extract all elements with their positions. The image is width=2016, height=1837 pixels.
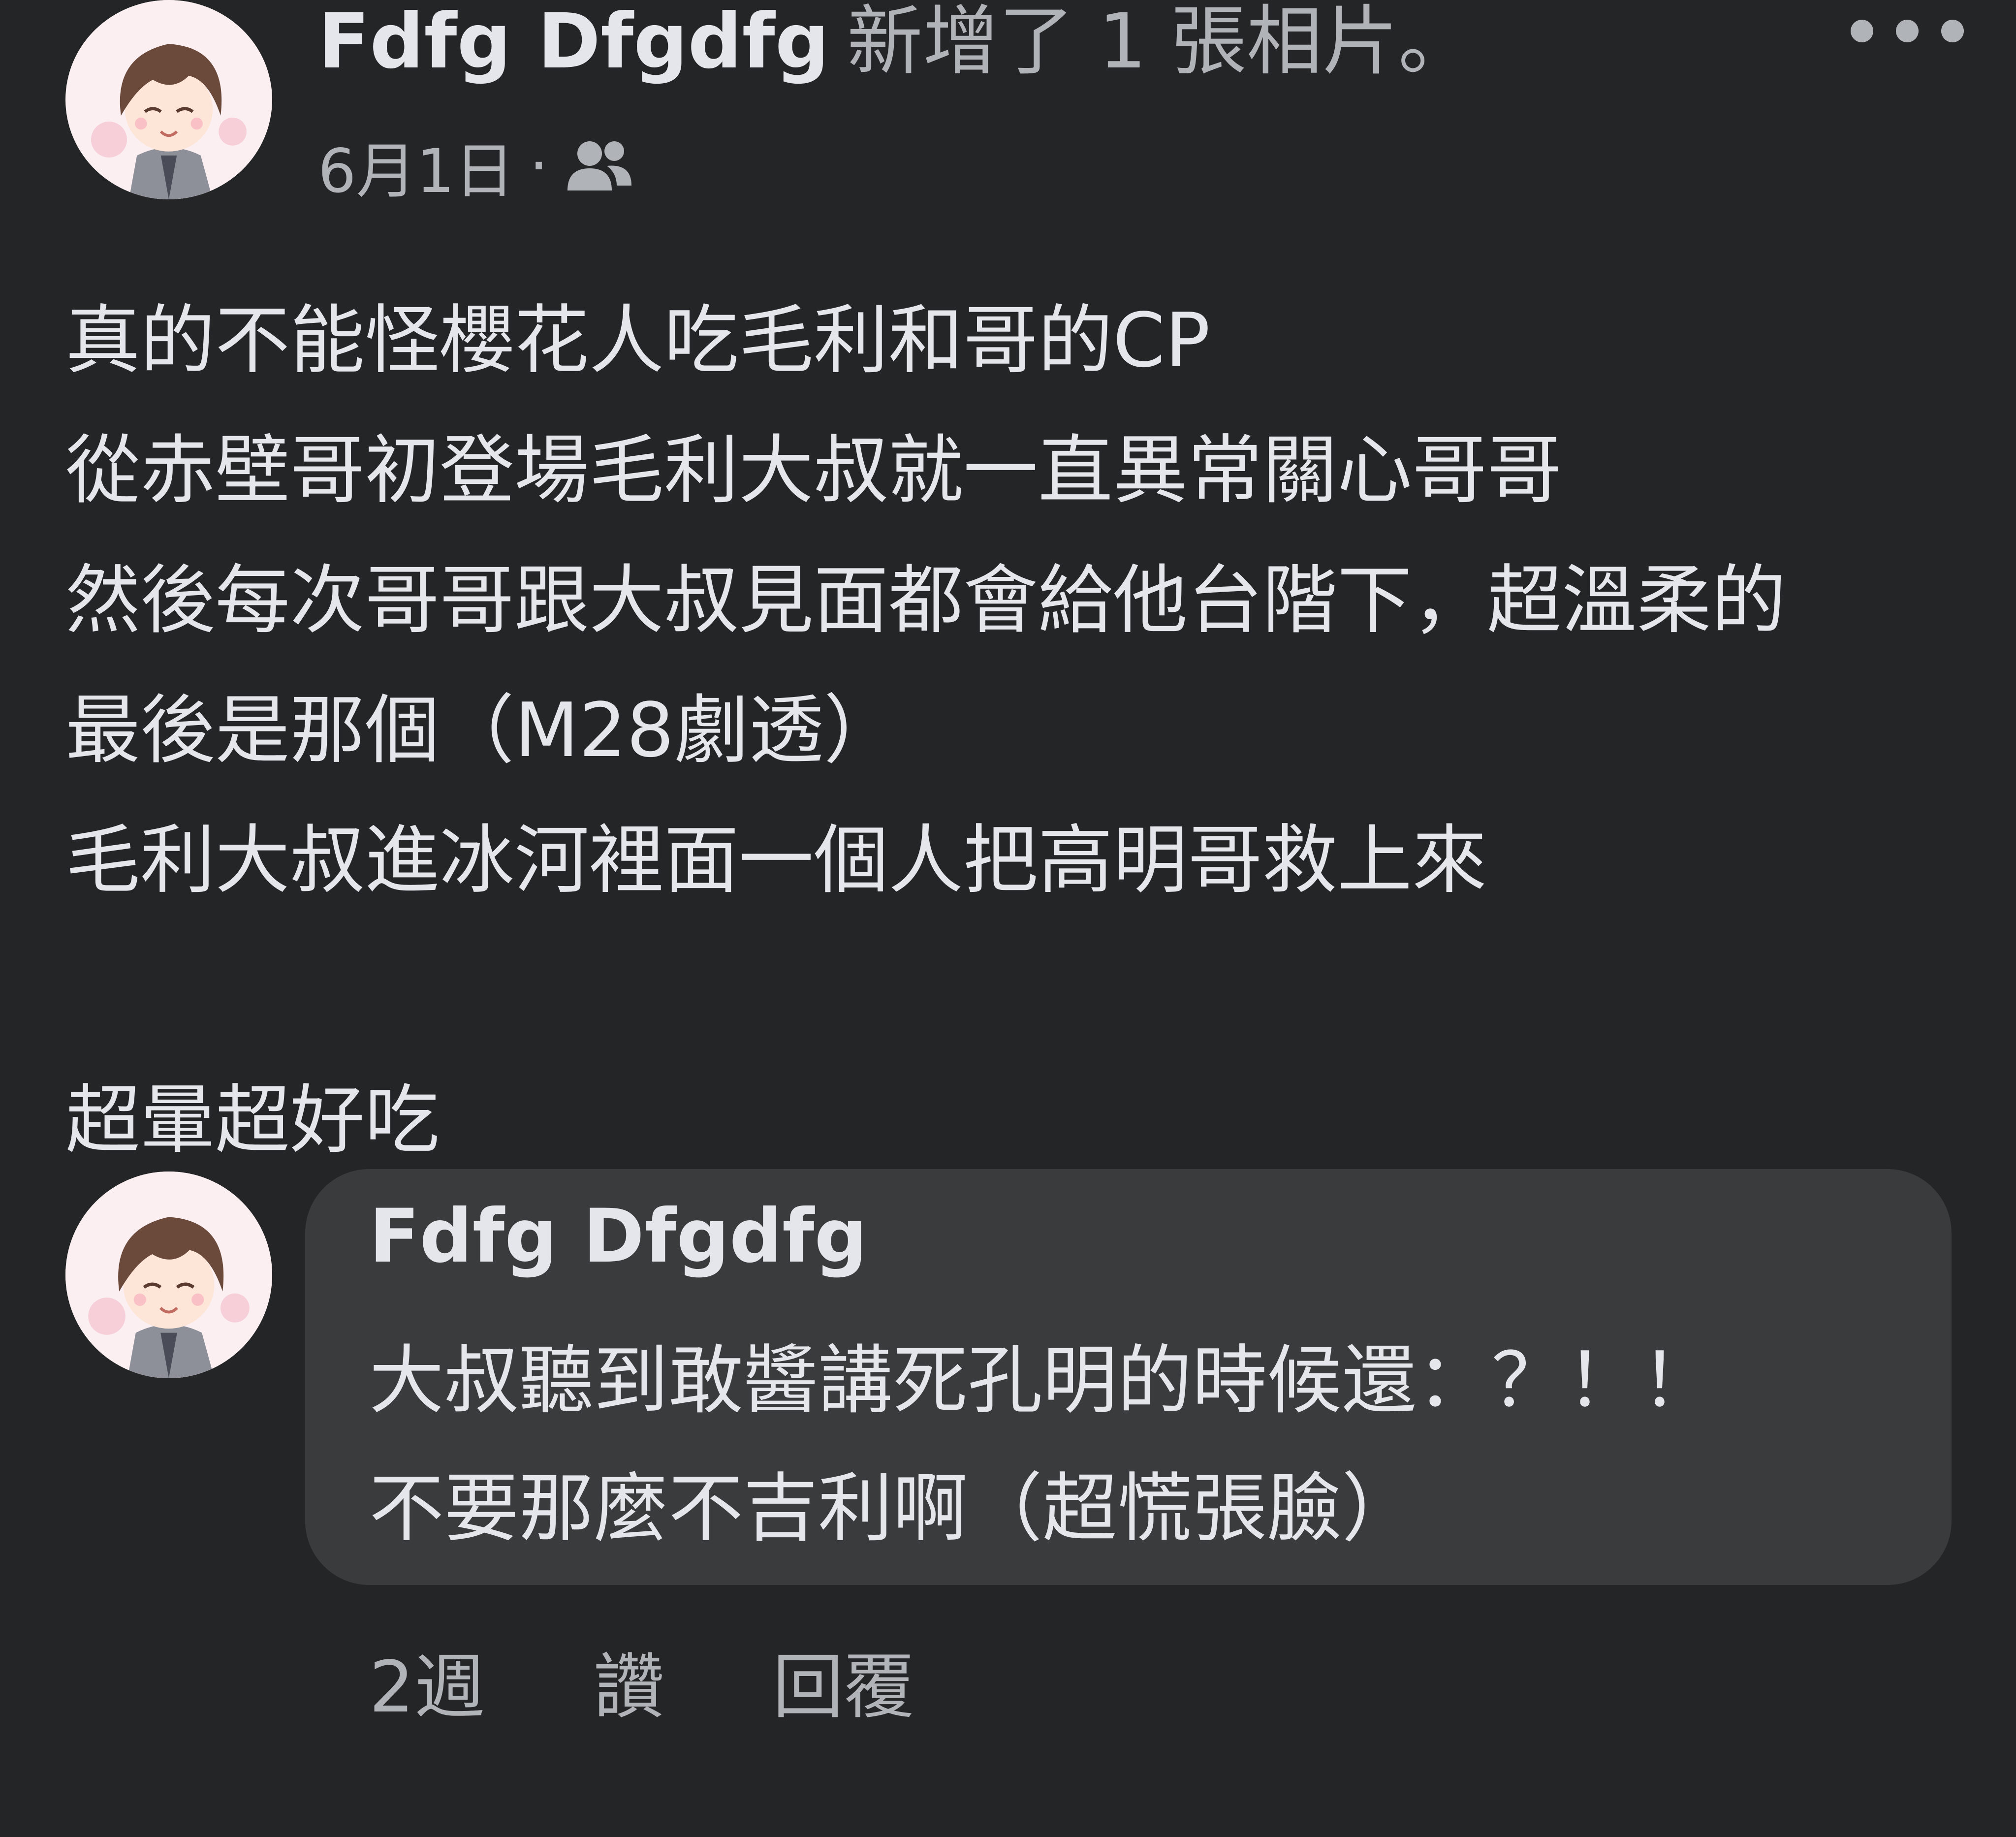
comment-text: 大叔聽到敢醬講死孔明的時候還：？！！ 不要那麼不吉利啊（超慌張臉）: [369, 1317, 1716, 1573]
avatar-image: [69, 0, 269, 199]
post-text-line-blank: [65, 925, 1985, 1055]
comment-actions: 2週 讚 回覆: [369, 1639, 914, 1728]
friends-icon[interactable]: [565, 136, 634, 195]
post-author-name[interactable]: Fdfg Dfgdfg: [318, 0, 829, 86]
post-text-line: 從赤壁哥初登場毛利大叔就一直異常關心哥哥: [65, 427, 1562, 514]
comment-author-avatar[interactable]: [65, 1172, 272, 1378]
post-text-line: 然後每次哥哥跟大叔見面都會給他台階下，超溫柔的: [65, 557, 1786, 644]
post-meta: 6月1日 ·: [318, 129, 634, 206]
comment-bubble[interactable]: Fdfg Dfgdfg 大叔聽到敢醬講死孔明的時候還：？！！ 不要那麼不吉利啊（…: [305, 1169, 1952, 1585]
more-options-button[interactable]: [1851, 14, 1964, 48]
comment-reply-button[interactable]: 回覆: [773, 1630, 914, 1732]
meta-separator: ·: [529, 131, 549, 201]
more-horizontal-icon-dot-3: [1941, 20, 1964, 42]
post-action-text: 新增了 1 張相片。: [847, 0, 1474, 86]
post-text-line: 毛利大叔進冰河裡面一個人把高明哥救上來: [65, 817, 1487, 904]
post-author-avatar[interactable]: [65, 0, 272, 199]
post-text-line: 最後是那個（M28劇透）: [65, 687, 899, 774]
post-text-line: 真的不能怪櫻花人吃毛利和哥的CP: [65, 297, 1210, 384]
post-text-line: 超暈超好吃: [65, 1077, 440, 1164]
comment-text-line: 不要那麼不吉利啊（超慌張臉）: [369, 1465, 1417, 1552]
avatar-image: [65, 1172, 272, 1378]
comment-text-line: 大叔聽到敢醬講死孔明的時候還：？！！: [369, 1337, 1716, 1424]
more-horizontal-icon: [1851, 20, 1873, 42]
comment-author-name[interactable]: Fdfg Dfgdfg: [369, 1194, 867, 1279]
more-horizontal-icon-dot-2: [1896, 20, 1919, 42]
post-date[interactable]: 6月1日: [318, 123, 514, 210]
comment-timestamp[interactable]: 2週: [369, 1630, 485, 1732]
post-text: 真的不能怪櫻花人吃毛利和哥的CP 從赤壁哥初登場毛利大叔就一直異常關心哥哥 然後…: [65, 276, 1985, 1185]
post-header: Fdfg Dfgdfg 新增了 1 張相片。: [318, 0, 1474, 84]
comment-like-button[interactable]: 讚: [594, 1630, 664, 1732]
